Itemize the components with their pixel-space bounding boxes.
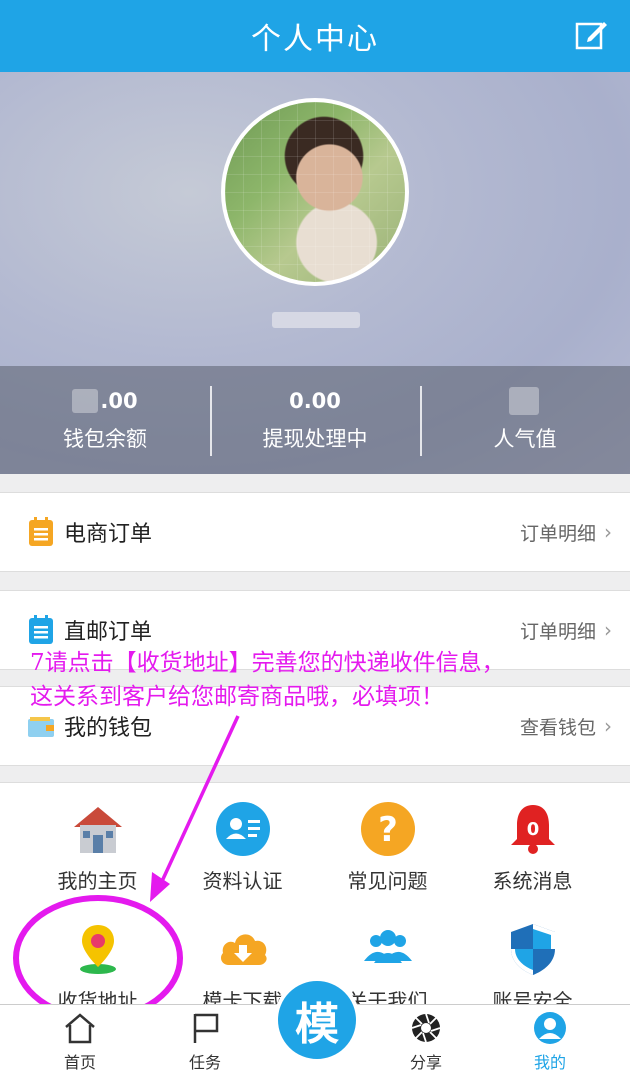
grid-item-system-messages[interactable]: 0 系统消息 <box>460 801 605 894</box>
tab-label: 分享 <box>409 1053 442 1072</box>
clipboard-icon <box>29 615 53 644</box>
edit-icon[interactable] <box>574 18 608 52</box>
stat-label: 钱包余额 <box>63 427 147 451</box>
annotation-text: 7请点击【收货地址】完善您的快递收件信息， 这关系到客户给您邮寄商品哦，必填项！ <box>30 646 505 714</box>
stats-bar: .00 钱包余额 0.00 提现处理中 人气值 <box>0 366 630 474</box>
grid-item-account-security[interactable]: 账号安全 <box>460 921 605 1014</box>
stat-label: 人气值 <box>493 427 557 451</box>
grid-item-faq[interactable]: ? 常见问题 <box>315 801 460 894</box>
grid-item-shipping-address[interactable]: 收货地址 <box>25 921 170 1014</box>
stat-label: 提现处理中 <box>262 427 368 451</box>
user-icon <box>534 1012 566 1044</box>
annotation-line: 这关系到客户给您邮寄商品哦，必填项！ <box>30 684 444 710</box>
flag-icon <box>193 1013 219 1043</box>
center-model-button[interactable]: 模 <box>274 977 360 1063</box>
location-pin-icon <box>79 925 116 974</box>
grid-item-label: 系统消息 <box>492 869 573 893</box>
feature-grid: 我的主页 资料认证 ? 常见问题 0 系统消息 收货地址 模卡下载 关于我们 账… <box>0 782 630 1013</box>
tab-tasks[interactable]: 任务 <box>165 1011 245 1073</box>
view-wallet-link[interactable]: 查看钱包 › <box>520 713 612 740</box>
tab-label: 我的 <box>533 1053 566 1072</box>
chevron-right-icon: › <box>604 520 612 544</box>
order-details-link[interactable]: 订单明细 › <box>520 617 612 644</box>
row-label: 直邮订单 <box>64 620 153 645</box>
house-icon <box>73 807 122 853</box>
shield-icon <box>510 924 555 975</box>
profile-header: .00 钱包余额 0.00 提现处理中 人气值 <box>0 72 630 474</box>
order-details-link[interactable]: 订单明细 › <box>520 519 612 546</box>
svg-text:?: ? <box>378 810 398 850</box>
cloud-download-icon <box>220 934 267 965</box>
bell-badge: 0 <box>526 819 539 840</box>
home-icon <box>65 1013 95 1044</box>
blurred-value <box>509 387 539 415</box>
row-label: 我的钱包 <box>64 716 153 741</box>
stat-wallet-balance[interactable]: .00 钱包余额 <box>0 366 210 474</box>
annotation-line: 7请点击【收货地址】完善您的快递收件信息， <box>30 650 505 676</box>
top-bar: 个人中心 <box>0 0 630 72</box>
avatar[interactable] <box>221 98 409 286</box>
stat-withdraw-pending[interactable]: 0.00 提现处理中 <box>210 366 420 474</box>
stat-value: 0.00 <box>289 389 341 413</box>
grid-item-verification[interactable]: 资料认证 <box>170 801 315 894</box>
clipboard-icon <box>29 517 53 546</box>
chevron-right-icon: › <box>604 618 612 642</box>
stat-value: .00 <box>100 389 138 413</box>
question-icon: ? <box>360 802 415 856</box>
tab-mine[interactable]: 我的 <box>510 1011 590 1073</box>
tab-label: 首页 <box>63 1053 96 1072</box>
wallet-icon <box>28 717 54 737</box>
grid-item-label: 资料认证 <box>202 869 283 893</box>
tab-label: 任务 <box>188 1053 221 1072</box>
id-card-icon <box>215 802 270 856</box>
chevron-right-icon: › <box>604 714 612 738</box>
username <box>272 312 360 328</box>
aperture-icon <box>411 1013 441 1043</box>
tab-home[interactable]: 首页 <box>40 1011 120 1073</box>
page-title: 个人中心 <box>251 22 379 57</box>
tab-share[interactable]: 分享 <box>386 1011 466 1073</box>
stat-popularity[interactable]: 人气值 <box>420 366 630 474</box>
row-label: 电商订单 <box>64 522 153 547</box>
bottom-tab-bar: 首页 任务 模 分享 我的 <box>0 977 630 1082</box>
ecommerce-orders-row[interactable]: 电商订单 订单明细 › <box>0 492 630 572</box>
people-icon <box>363 930 412 963</box>
grid-item-label: 我的主页 <box>57 869 138 893</box>
grid-item-label: 常见问题 <box>347 869 428 893</box>
grid-item-my-homepage[interactable]: 我的主页 <box>25 801 170 894</box>
bell-icon: 0 <box>510 805 555 854</box>
blurred-value <box>72 389 99 413</box>
